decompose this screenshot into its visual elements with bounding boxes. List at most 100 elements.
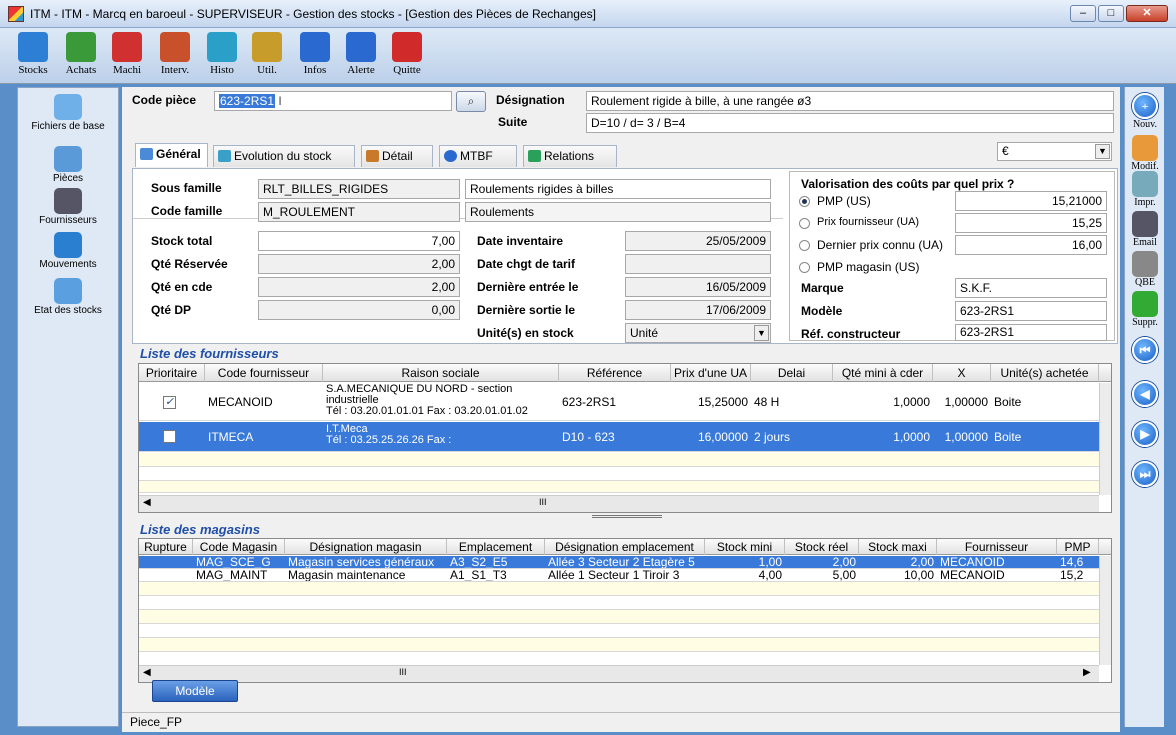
checkbox-checked-icon[interactable]: ✓ bbox=[163, 396, 176, 409]
action-previous-record[interactable]: ◀ bbox=[1125, 381, 1165, 407]
fournisseurs-vscroll[interactable] bbox=[1099, 383, 1111, 495]
col-rupture[interactable]: Rupture bbox=[139, 539, 193, 555]
toolbar-button-stocks[interactable]: Stocks bbox=[10, 32, 56, 82]
checkbox-unchecked-icon[interactable] bbox=[163, 430, 176, 443]
col-prix-ua[interactable]: Prix d'une UA bbox=[671, 364, 751, 382]
scroll-left-icon[interactable]: ◀ bbox=[143, 667, 151, 678]
col-reference[interactable]: Référence bbox=[559, 364, 671, 382]
action-last-record[interactable]: ⏭ bbox=[1125, 461, 1165, 487]
modele-value[interactable]: 623-2RS1 bbox=[955, 301, 1107, 321]
qte-reservee-value: 2,00 bbox=[258, 254, 460, 274]
toolbar-button-histo[interactable]: Histo bbox=[199, 32, 245, 82]
nav-item-mouvements[interactable]: Mouvements bbox=[18, 232, 118, 270]
action-new[interactable]: + Nouv. bbox=[1125, 93, 1165, 130]
tab-relations[interactable]: Relations bbox=[523, 145, 617, 167]
maximize-button[interactable]: □ bbox=[1098, 5, 1124, 22]
col-delai[interactable]: Delai bbox=[751, 364, 833, 382]
sous-famille-code[interactable]: RLT_BILLES_RIGIDES bbox=[258, 179, 460, 199]
marque-value[interactable]: S.K.F. bbox=[955, 278, 1107, 298]
action-print[interactable]: Impr. bbox=[1125, 171, 1165, 208]
date-inventaire-value[interactable]: 25/05/2009 bbox=[625, 231, 771, 251]
code-piece-input[interactable]: 623-2RS1 I bbox=[214, 91, 452, 111]
currency-select[interactable]: € ▼ bbox=[997, 142, 1112, 161]
unite-stock-select[interactable]: Unité ▼ bbox=[625, 323, 771, 343]
magasins-header: Rupture Code Magasin Désignation magasin… bbox=[139, 539, 1111, 555]
table-row[interactable]: ITMECA I.T.Meca Tél : 03.25.25.26.26 Fax … bbox=[139, 422, 1111, 452]
radio-pmp[interactable]: PMP (US) bbox=[799, 193, 939, 211]
derniere-sortie-value[interactable]: 17/06/2009 bbox=[625, 300, 771, 320]
radio-pmp-magasin[interactable]: PMP magasin (US) bbox=[799, 259, 949, 277]
tab-general[interactable]: Général bbox=[135, 143, 208, 167]
toolbar-button-achats[interactable]: Achats bbox=[58, 32, 104, 82]
tab-mtbf[interactable]: MTBF bbox=[439, 145, 517, 167]
table-row[interactable]: ✓ MECANOID S.A.MECANIQUE DU NORD - secti… bbox=[139, 383, 1111, 421]
qte-dp-label: Qté DP bbox=[151, 303, 192, 317]
toolbar-button-alerte[interactable]: Alerte bbox=[338, 32, 384, 82]
col-prioritaire[interactable]: Prioritaire bbox=[139, 364, 205, 382]
action-next-record[interactable]: ▶ bbox=[1125, 421, 1165, 447]
code-famille-code[interactable]: M_ROULEMENT bbox=[258, 202, 460, 222]
main-form: Code pièce 623-2RS1 I ⌕ Désignation Roul… bbox=[122, 87, 1120, 712]
col-code-magasin[interactable]: Code Magasin bbox=[193, 539, 285, 555]
scroll-left-icon[interactable]: ◀ bbox=[143, 497, 151, 508]
fournisseurs-hscroll[interactable]: ◀ III bbox=[139, 495, 1099, 512]
nav-item-fournisseurs[interactable]: Fournisseurs bbox=[18, 188, 118, 226]
magasins-hscroll[interactable]: ◀ III ▶ bbox=[139, 665, 1099, 682]
chevron-down-icon: ▼ bbox=[1095, 144, 1110, 159]
radio-dernier-prix[interactable]: Dernier prix connu (UA) bbox=[799, 237, 955, 255]
col-unite-achetee[interactable]: Unité(s) achetée bbox=[991, 364, 1099, 382]
action-first-record[interactable]: ⏮ bbox=[1125, 337, 1165, 363]
general-panel: Sous famille RLT_BILLES_RIGIDES Roulemen… bbox=[132, 168, 1118, 344]
last-record-icon: ⏭ bbox=[1132, 461, 1158, 487]
modele-button[interactable]: Modèle bbox=[152, 680, 238, 702]
col-emplacement[interactable]: Emplacement bbox=[447, 539, 545, 555]
action-email[interactable]: Email bbox=[1125, 211, 1165, 248]
radio-prix-fournisseur[interactable]: Prix fournisseur (UA) bbox=[799, 215, 949, 233]
action-edit[interactable]: Modif. bbox=[1125, 135, 1165, 172]
nav-item-fichiers-de-base[interactable]: Fichiers de base bbox=[18, 94, 118, 132]
splitter-handle[interactable] bbox=[592, 515, 662, 518]
radio-selected-icon bbox=[799, 196, 810, 207]
table-row[interactable]: MAG_MAINT Magasin maintenance A1_S1_T3 A… bbox=[139, 569, 1111, 582]
tab-detail[interactable]: Détail bbox=[361, 145, 433, 167]
qte-reservee-label: Qté Réservée bbox=[151, 257, 228, 271]
magasins-vscroll[interactable] bbox=[1099, 556, 1111, 665]
toolbar-button-interv[interactable]: Interv. bbox=[152, 32, 198, 82]
action-qbe-search[interactable]: QBE bbox=[1125, 251, 1165, 288]
action-delete[interactable]: Suppr. bbox=[1125, 291, 1165, 328]
close-button[interactable]: ✕ bbox=[1126, 5, 1168, 22]
suite-input[interactable]: D=10 / d= 3 / B=4 bbox=[586, 113, 1114, 133]
tab-evolution-stock[interactable]: Evolution du stock bbox=[213, 145, 355, 167]
toolbar-button-infos[interactable]: Infos bbox=[292, 32, 338, 82]
quit-icon bbox=[392, 32, 422, 62]
print-icon bbox=[1132, 171, 1158, 197]
minimize-button[interactable]: – bbox=[1070, 5, 1096, 22]
col-x[interactable]: X bbox=[933, 364, 991, 382]
derniere-entree-value[interactable]: 16/05/2009 bbox=[625, 277, 771, 297]
col-stock-reel[interactable]: Stock réel bbox=[785, 539, 859, 555]
col-pmp[interactable]: PMP bbox=[1057, 539, 1099, 555]
toolbar-button-machi[interactable]: Machi bbox=[104, 32, 150, 82]
empty-row bbox=[139, 638, 1111, 652]
search-piece-button[interactable]: ⌕ bbox=[456, 91, 486, 112]
toolbar-button-quitte[interactable]: Quitte bbox=[384, 32, 430, 82]
table-row[interactable]: MAG_SCE_G Magasin services généraux A3_S… bbox=[139, 556, 1111, 569]
nav-item-etat-des-stocks[interactable]: Etat des stocks bbox=[18, 278, 118, 316]
col-designation-magasin[interactable]: Désignation magasin bbox=[285, 539, 447, 555]
stock-total-label: Stock total bbox=[151, 234, 213, 248]
toolbar-button-util[interactable]: Util. bbox=[244, 32, 290, 82]
cart-icon bbox=[66, 32, 96, 62]
col-stock-mini[interactable]: Stock mini bbox=[705, 539, 785, 555]
col-code-fournisseur[interactable]: Code fournisseur bbox=[205, 364, 323, 382]
ref-constructeur-value[interactable]: 623-2RS1 bbox=[955, 324, 1107, 341]
code-famille-libelle: Roulements bbox=[465, 202, 771, 222]
nav-item-pi-ces[interactable]: Pièces bbox=[18, 146, 118, 184]
col-raison-sociale[interactable]: Raison sociale bbox=[323, 364, 559, 382]
col-fournisseur[interactable]: Fournisseur bbox=[937, 539, 1057, 555]
scroll-right-icon[interactable]: ▶ bbox=[1083, 667, 1091, 678]
col-designation-emplacement[interactable]: Désignation emplacement bbox=[545, 539, 705, 555]
col-qte-mini[interactable]: Qté mini à cder bbox=[833, 364, 933, 382]
designation-input[interactable]: Roulement rigide à bille, à une rangée ø… bbox=[586, 91, 1114, 111]
col-stock-maxi[interactable]: Stock maxi bbox=[859, 539, 937, 555]
date-tarif-value[interactable] bbox=[625, 254, 771, 274]
